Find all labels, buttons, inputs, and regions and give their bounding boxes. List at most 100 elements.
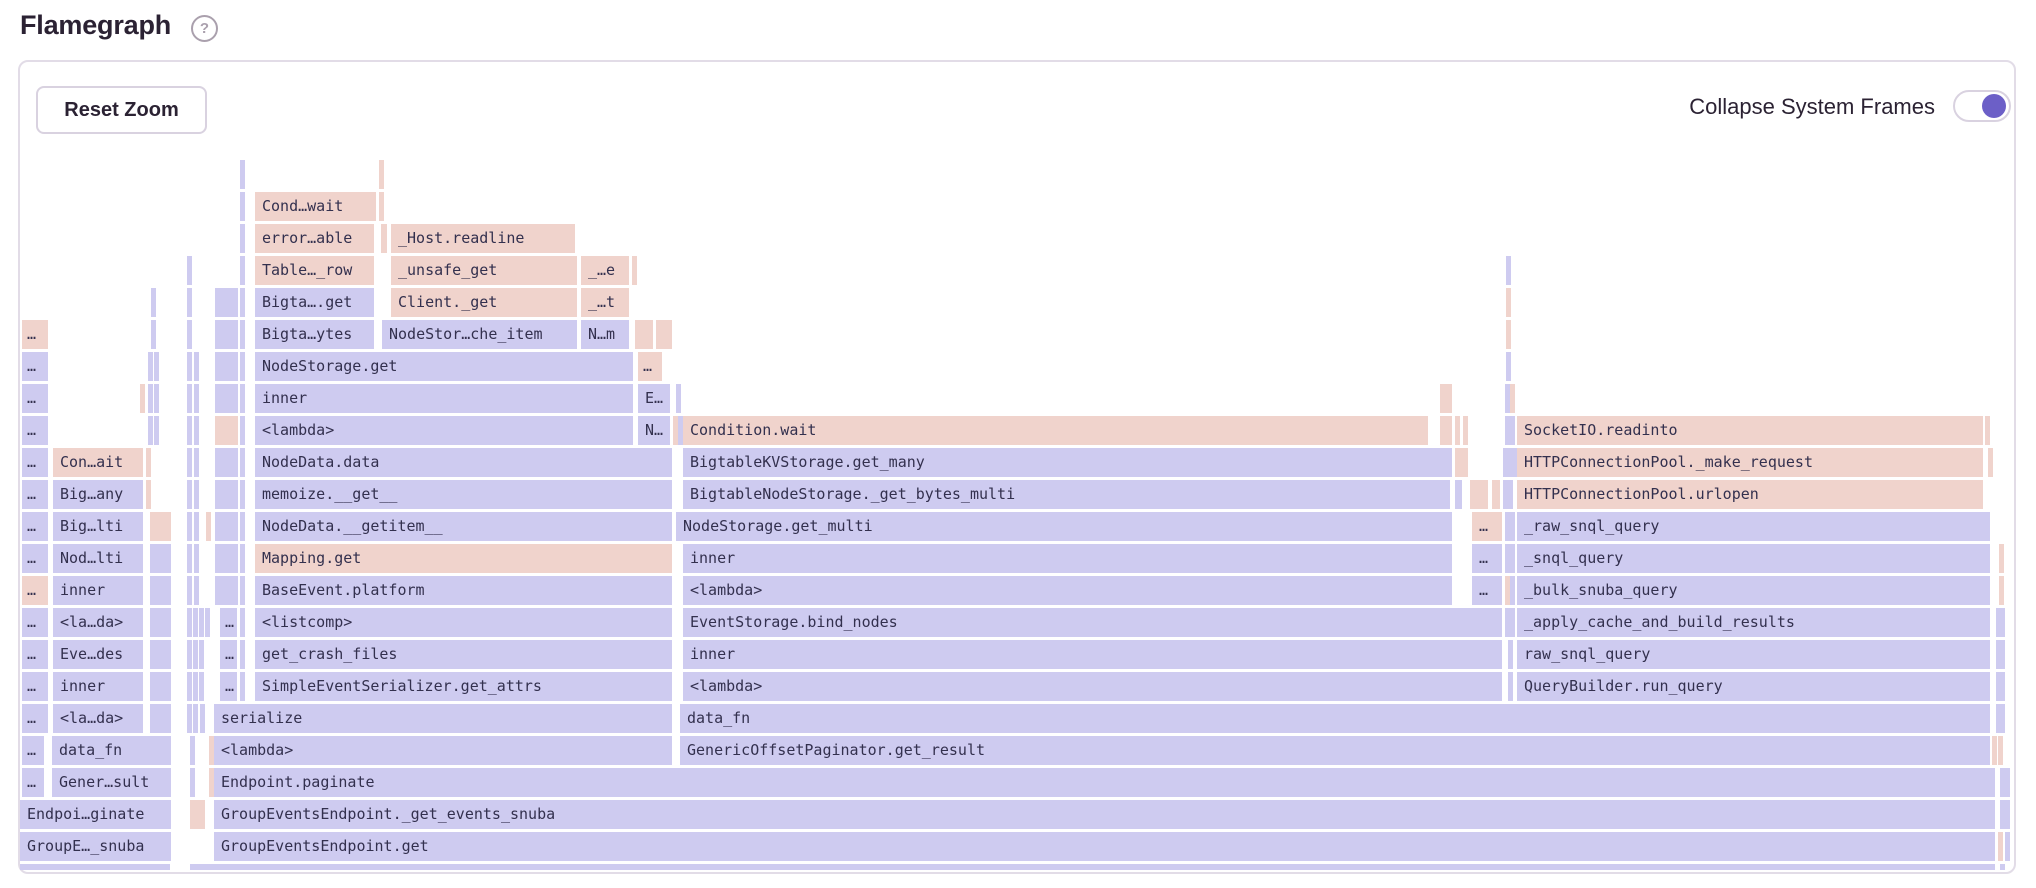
flame-frame[interactable] xyxy=(1510,544,1515,573)
flame-frame[interactable] xyxy=(240,576,245,605)
flame-frame[interactable] xyxy=(187,416,192,445)
flame-frame[interactable] xyxy=(187,352,192,381)
flame-frame[interactable] xyxy=(1999,576,2004,605)
flame-frame[interactable]: <lambda> xyxy=(214,736,672,765)
flame-frame[interactable] xyxy=(151,288,156,317)
flame-frame[interactable] xyxy=(2005,832,2010,861)
flame-frame[interactable]: … xyxy=(22,448,48,477)
flame-frame[interactable]: Condition.wait xyxy=(683,416,1428,445)
flame-frame[interactable] xyxy=(146,480,151,509)
flame-frame[interactable]: Endpoint.paginate xyxy=(214,768,1995,797)
flame-frame[interactable]: HTTPConnectionPool.urlopen xyxy=(1517,480,1983,509)
flame-frame[interactable]: NodeStorage.get xyxy=(255,352,633,381)
flame-frame[interactable] xyxy=(1988,448,1993,477)
flame-frame[interactable]: _snql_query xyxy=(1517,544,1990,573)
flame-frame[interactable] xyxy=(635,320,653,349)
flame-frame[interactable]: memoize.__get__ xyxy=(255,480,672,509)
flame-frame[interactable]: E… xyxy=(638,384,670,413)
flame-frame[interactable] xyxy=(240,320,245,349)
flame-frame[interactable] xyxy=(240,640,245,669)
flame-frame[interactable] xyxy=(215,320,238,349)
flame-frame[interactable] xyxy=(1470,480,1488,509)
flame-frame[interactable] xyxy=(215,448,238,477)
flame-frame[interactable]: … xyxy=(220,640,237,669)
flame-frame[interactable]: … xyxy=(22,608,48,637)
flame-frame[interactable]: Eve…des xyxy=(53,640,143,669)
flame-frame[interactable] xyxy=(190,736,195,765)
flame-frame[interactable] xyxy=(194,416,199,445)
flame-frame[interactable]: <lambda> xyxy=(683,672,1502,701)
flame-frame[interactable] xyxy=(240,352,245,381)
flame-frame[interactable] xyxy=(1506,320,1511,349)
flame-frame[interactable]: _Host.readline xyxy=(391,224,575,253)
flame-frame[interactable] xyxy=(150,544,171,573)
flame-frame[interactable]: inner xyxy=(255,384,633,413)
flame-frame[interactable] xyxy=(1510,608,1515,637)
flame-frame[interactable] xyxy=(187,704,192,733)
flame-frame[interactable] xyxy=(240,480,245,509)
flame-frame[interactable] xyxy=(240,608,245,637)
flame-frame[interactable]: get_crash_files xyxy=(255,640,672,669)
flame-frame[interactable] xyxy=(240,192,245,221)
flame-frame[interactable]: Big…lti xyxy=(53,512,143,541)
flame-frame[interactable]: … xyxy=(1472,576,1502,605)
flame-frame[interactable]: BigtableNodeStorage._get_bytes_multi xyxy=(683,480,1450,509)
flame-frame[interactable]: … xyxy=(22,640,48,669)
flame-frame[interactable] xyxy=(1508,640,1513,669)
flame-frame[interactable]: raw_snql_query xyxy=(1517,640,1990,669)
flame-frame[interactable] xyxy=(2000,864,2005,870)
flame-frame[interactable] xyxy=(1508,480,1513,509)
flame-frame[interactable] xyxy=(206,512,211,541)
flame-frame[interactable]: Con…ait xyxy=(53,448,143,477)
flame-frame[interactable] xyxy=(632,256,637,285)
flame-frame[interactable] xyxy=(215,416,238,445)
flame-frame[interactable] xyxy=(215,576,238,605)
flame-frame[interactable] xyxy=(240,288,245,317)
flame-frame[interactable]: Gener…sult xyxy=(52,768,171,797)
flame-frame[interactable]: Mapping.get xyxy=(255,544,672,573)
flame-frame[interactable]: … xyxy=(22,320,48,349)
flame-frame[interactable] xyxy=(215,352,238,381)
flame-frame[interactable]: error…able xyxy=(255,224,374,253)
flame-frame[interactable]: … xyxy=(22,416,48,445)
flame-frame[interactable]: _…t xyxy=(581,288,629,317)
flame-frame[interactable] xyxy=(187,608,192,637)
flame-frame[interactable] xyxy=(150,512,171,541)
flame-frame[interactable] xyxy=(187,256,192,285)
flame-frame[interactable]: … xyxy=(22,352,48,381)
flame-frame[interactable] xyxy=(2000,608,2005,637)
flame-frame[interactable] xyxy=(215,544,238,573)
flame-frame[interactable] xyxy=(154,416,159,445)
flame-frame[interactable] xyxy=(1463,416,1468,445)
flame-frame[interactable]: NodeStorage.get_multi xyxy=(676,512,1452,541)
flame-frame[interactable] xyxy=(193,608,198,637)
flame-frame[interactable]: … xyxy=(22,512,48,541)
flame-frame[interactable]: SocketIO.readinto xyxy=(1517,416,1983,445)
flame-frame[interactable] xyxy=(190,800,205,829)
flame-frame[interactable] xyxy=(148,384,153,413)
flame-frame[interactable] xyxy=(20,864,170,870)
flame-frame[interactable] xyxy=(194,576,199,605)
flame-frame[interactable] xyxy=(379,192,384,221)
flame-frame[interactable] xyxy=(205,608,210,637)
flame-frame[interactable] xyxy=(1455,416,1460,445)
flame-frame[interactable]: EventStorage.bind_nodes xyxy=(683,608,1502,637)
flame-frame[interactable] xyxy=(187,544,192,573)
flame-frame[interactable]: N…m xyxy=(581,320,629,349)
flame-frame[interactable]: … xyxy=(220,608,237,637)
flame-frame[interactable] xyxy=(2005,800,2010,829)
flame-frame[interactable] xyxy=(1508,672,1513,701)
flame-frame[interactable] xyxy=(187,480,192,509)
flame-frame[interactable]: Endpoi…ginate xyxy=(20,800,171,829)
flame-frame[interactable]: Bigta….get xyxy=(255,288,374,317)
flame-frame[interactable] xyxy=(2000,672,2005,701)
flame-frame[interactable]: GroupE…_snuba xyxy=(20,832,171,861)
flame-frame[interactable]: inner xyxy=(53,576,143,605)
flame-frame[interactable]: NodeData.__getitem__ xyxy=(255,512,672,541)
flame-frame[interactable] xyxy=(187,448,192,477)
flame-frame[interactable] xyxy=(1455,448,1468,477)
flame-frame[interactable] xyxy=(150,704,171,733)
flame-frame[interactable] xyxy=(240,256,245,285)
flame-frame[interactable] xyxy=(187,512,192,541)
flame-frame[interactable] xyxy=(1506,288,1511,317)
